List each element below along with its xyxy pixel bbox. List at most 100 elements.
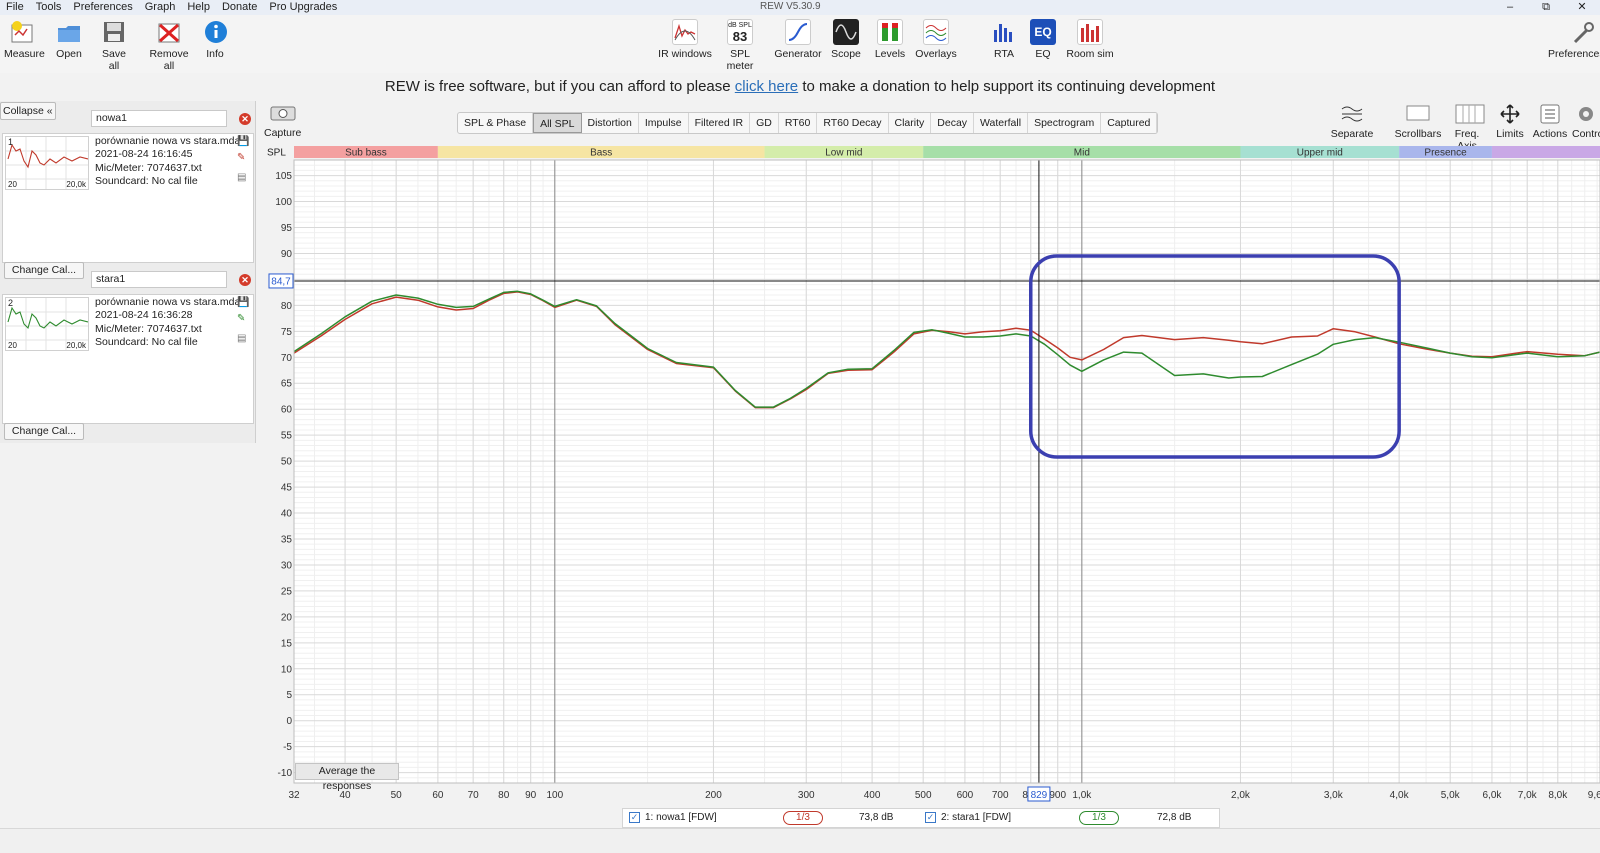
legend-smoothing[interactable]: 1/3 bbox=[783, 811, 823, 825]
measurement-card[interactable]: 1 20 20,0k porównanie nowa vs stara.mdat… bbox=[2, 133, 254, 263]
measurement-name-field[interactable]: nowa1 bbox=[91, 110, 227, 127]
levels-button[interactable]: Levels bbox=[874, 19, 906, 60]
save-icon bbox=[101, 19, 127, 45]
spl-chart[interactable]: Sub bass Bass Low mid Mid Upper mid Presence S… bbox=[264, 143, 1600, 803]
save-all-button[interactable]: Save all bbox=[96, 19, 132, 72]
menu-graph[interactable]: Graph bbox=[139, 0, 182, 15]
folder-icon bbox=[56, 19, 82, 45]
measurement-info: porównanie nowa vs stara.mdat 2021-08-24… bbox=[95, 296, 244, 348]
x-tick-label: 600 bbox=[957, 790, 974, 801]
x-tick-label: 2,0k bbox=[1231, 790, 1251, 801]
spl-graph[interactable]: Sub bass Bass Low mid Mid Upper mid Presence S… bbox=[264, 143, 1600, 803]
x-tick-label: 5,0k bbox=[1441, 790, 1461, 801]
menu-preferences[interactable]: Preferences bbox=[67, 0, 138, 15]
rta-button[interactable]: RTA bbox=[990, 19, 1018, 60]
tab-waterfall[interactable]: Waterfall bbox=[974, 113, 1029, 133]
generator-button[interactable]: Generator bbox=[774, 19, 822, 60]
tab-captured[interactable]: Captured bbox=[1101, 113, 1158, 133]
capture-button[interactable]: Capture bbox=[264, 104, 301, 139]
window-title: REW V5.30.9 bbox=[760, 1, 821, 12]
legend-series-name: 1: nowa1 [FDW] bbox=[645, 812, 717, 823]
x-tick-label: 4,0k bbox=[1390, 790, 1410, 801]
minimize-icon[interactable]: – bbox=[1492, 0, 1528, 15]
pen-color-icon[interactable]: ✎ bbox=[237, 152, 249, 163]
close-window-icon[interactable]: ✕ bbox=[1564, 0, 1600, 15]
x-tick-label: 200 bbox=[705, 790, 722, 801]
measurements-panel: Collapse « nowa1 ✕ 1 20 20,0k porównanie… bbox=[0, 101, 256, 443]
restore-icon[interactable]: ⧉ bbox=[1528, 0, 1564, 15]
scrollbars-button[interactable]: Scrollbars bbox=[1394, 104, 1442, 140]
preferences-button[interactable]: Preferences bbox=[1548, 19, 1600, 60]
legend-level: 73,8 dB bbox=[859, 812, 894, 823]
room-sim-button[interactable]: Room sim bbox=[1066, 19, 1114, 60]
measurement-thumbnail: 2 20 20,0k bbox=[5, 297, 89, 351]
change-cal-button[interactable]: Change Cal... bbox=[4, 423, 84, 440]
eq-button[interactable]: EQ EQ bbox=[1029, 19, 1057, 60]
tab-rt60[interactable]: RT60 bbox=[779, 113, 818, 133]
limits-button[interactable]: Limits bbox=[1494, 104, 1526, 140]
save-measurement-icon[interactable]: 💾 bbox=[237, 297, 249, 308]
room-sim-icon bbox=[1077, 19, 1103, 45]
tab-clarity[interactable]: Clarity bbox=[889, 113, 932, 133]
notes-icon[interactable]: ▤ bbox=[237, 333, 249, 344]
remove-measurement-icon[interactable]: ✕ bbox=[239, 113, 251, 125]
y-tick-label: -5 bbox=[283, 742, 292, 753]
notes-icon[interactable]: ▤ bbox=[237, 172, 249, 183]
graph-tabs: SPL & Phase All SPL Distortion Impulse Filte… bbox=[457, 112, 1159, 134]
spl-meter-icon: dB SPL 83 bbox=[727, 19, 753, 45]
measure-button[interactable]: Measure bbox=[4, 19, 45, 60]
average-responses-button[interactable]: Average the responses bbox=[295, 763, 399, 792]
x-tick-label: 6,0k bbox=[1482, 790, 1502, 801]
menu-help[interactable]: Help bbox=[181, 0, 216, 15]
y-tick-label: 25 bbox=[281, 586, 293, 597]
spl-meter-button[interactable]: dB SPL 83 SPL meter bbox=[716, 19, 764, 72]
tab-distortion[interactable]: Distortion bbox=[582, 113, 639, 133]
overlays-button[interactable]: Overlays bbox=[914, 19, 958, 60]
menu-pro-upgrades[interactable]: Pro Upgrades bbox=[263, 0, 343, 15]
tab-gd[interactable]: GD bbox=[750, 113, 779, 133]
tab-rt60-decay[interactable]: RT60 Decay bbox=[817, 113, 889, 133]
y-tick-label: 95 bbox=[281, 223, 293, 234]
menu-tools[interactable]: Tools bbox=[30, 0, 68, 15]
tab-decay[interactable]: Decay bbox=[931, 113, 975, 133]
tab-all-spl[interactable]: All SPL bbox=[533, 113, 582, 133]
y-tick-label: 15 bbox=[281, 638, 293, 649]
open-button[interactable]: Open bbox=[52, 19, 86, 60]
x-tick-label: 32 bbox=[288, 790, 300, 801]
x-tick-label: 500 bbox=[915, 790, 932, 801]
measurement-card[interactable]: 2 20 20,0k porównanie nowa vs stara.mdat… bbox=[2, 294, 254, 424]
remove-all-button[interactable]: Remove all bbox=[144, 19, 194, 72]
y-tick-label: 105 bbox=[275, 171, 292, 182]
measurement-name-field[interactable]: stara1 bbox=[91, 271, 227, 288]
change-cal-button[interactable]: Change Cal... bbox=[4, 262, 84, 279]
double-chevron-left-icon: « bbox=[46, 105, 53, 117]
donate-link[interactable]: click here bbox=[735, 78, 798, 95]
actions-button[interactable]: Actions bbox=[1530, 104, 1570, 140]
controls-button[interactable]: Controls bbox=[1572, 104, 1600, 140]
legend-checkbox[interactable]: ✓ bbox=[629, 812, 640, 823]
separate-button[interactable]: Separate bbox=[1330, 104, 1374, 140]
save-measurement-icon[interactable]: 💾 bbox=[237, 136, 249, 147]
ir-windows-button[interactable]: IR windows bbox=[657, 19, 713, 60]
tab-spl-phase[interactable]: SPL & Phase bbox=[458, 113, 534, 133]
legend-checkbox[interactable]: ✓ bbox=[925, 812, 936, 823]
tab-impulse[interactable]: Impulse bbox=[639, 113, 689, 133]
scope-button[interactable]: Scope bbox=[830, 19, 862, 60]
info-button[interactable]: Info bbox=[203, 19, 227, 60]
legend-level: 72,8 dB bbox=[1157, 812, 1192, 823]
menu-file[interactable]: File bbox=[0, 0, 30, 15]
y-tick-label: 30 bbox=[281, 560, 293, 571]
y-axis-label: SPL bbox=[267, 148, 286, 159]
tab-spectrogram[interactable]: Spectrogram bbox=[1028, 113, 1102, 133]
menu-donate[interactable]: Donate bbox=[216, 0, 263, 15]
camera-icon bbox=[270, 104, 296, 121]
y-tick-label: 60 bbox=[281, 405, 293, 416]
x-tick-label: 8,0k bbox=[1548, 790, 1568, 801]
pen-color-icon[interactable]: ✎ bbox=[237, 313, 249, 324]
remove-measurement-icon[interactable]: ✕ bbox=[239, 274, 251, 286]
y-tick-label: 90 bbox=[281, 249, 293, 260]
legend-smoothing[interactable]: 1/3 bbox=[1079, 811, 1119, 825]
collapse-button[interactable]: Collapse « bbox=[0, 102, 56, 120]
y-tick-label: 65 bbox=[281, 379, 293, 390]
tab-filtered-ir[interactable]: Filtered IR bbox=[689, 113, 751, 133]
